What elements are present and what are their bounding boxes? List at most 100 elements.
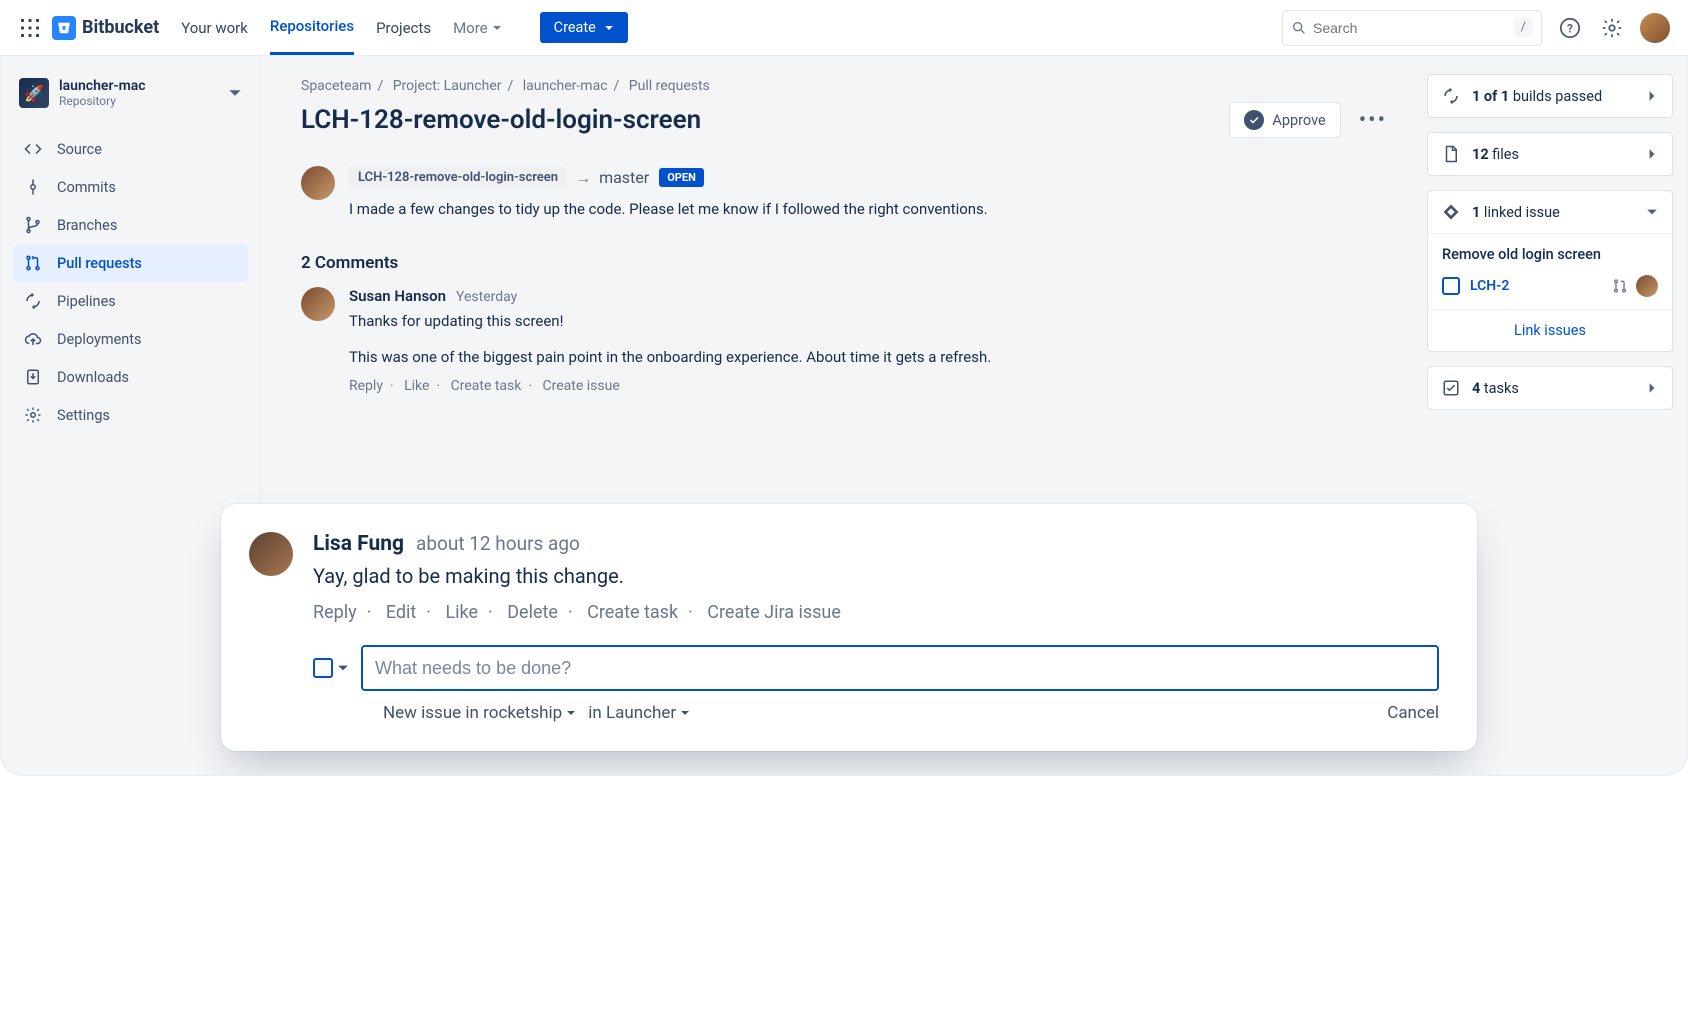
search-input[interactable] (1313, 20, 1514, 36)
product-name[interactable]: Bitbucket (82, 17, 159, 38)
checkbox-icon (1442, 379, 1460, 397)
sidebar-item-branches[interactable]: Branches (13, 206, 248, 244)
source-branch-chip[interactable]: LCH-128-remove-old-login-screen (349, 166, 567, 189)
app-switcher-icon[interactable] (18, 16, 42, 40)
sidebar-item-commits[interactable]: Commits (13, 168, 248, 206)
tasks-card[interactable]: 4 tasks (1427, 366, 1673, 410)
pr-description: I made a few changes to tidy up the code… (349, 199, 988, 221)
profile-avatar[interactable] (1640, 13, 1670, 43)
cloud-upload-icon (23, 329, 43, 349)
sidebar-item-pull-requests[interactable]: Pull requests (13, 244, 248, 282)
bitbucket-logo-icon (52, 16, 76, 40)
comment-delete[interactable]: Delete (507, 602, 558, 623)
pr-author-avatar[interactable] (301, 166, 335, 200)
issue-type-icon (313, 658, 333, 678)
link-issues-button[interactable]: Link issues (1428, 309, 1672, 351)
comment-author-avatar[interactable] (301, 287, 335, 321)
chevron-down-icon (1646, 206, 1658, 218)
builds-card[interactable]: 1 of 1 builds passed (1427, 74, 1673, 118)
pipelines-icon (23, 291, 43, 311)
target-branch[interactable]: master (599, 168, 649, 187)
code-icon (23, 139, 43, 159)
linked-issue-title[interactable]: Remove old login screen (1442, 246, 1658, 263)
settings-icon[interactable] (1598, 14, 1626, 42)
check-circle-icon (1244, 110, 1264, 130)
comment-time: Yesterday (456, 289, 517, 305)
comment-body: Thanks for updating this screen! This wa… (349, 311, 991, 369)
sidebar-item-source[interactable]: Source (13, 130, 248, 168)
active-comment-card: Lisa Fung about 12 hours ago Yay, glad t… (221, 504, 1477, 751)
help-icon[interactable]: ? (1556, 14, 1584, 42)
repo-name: launcher-mac (59, 78, 146, 94)
sidebar-item-pipelines[interactable]: Pipelines (13, 282, 248, 320)
nav-more[interactable]: More (453, 2, 502, 54)
pull-request-icon (1612, 278, 1628, 294)
issue-key[interactable]: LCH-2 (1470, 278, 1509, 294)
crumb[interactable]: Pull requests (629, 78, 710, 94)
repo-icon: 🚀 (19, 78, 49, 108)
repo-kind: Repository (59, 94, 146, 108)
download-icon (23, 367, 43, 387)
chevron-down-icon (604, 23, 614, 33)
comment-author-avatar[interactable] (249, 532, 293, 576)
chevron-down-icon (228, 86, 242, 100)
app-frame: 🚀 launcher-mac Repository Source Commits… (0, 56, 1688, 776)
files-card[interactable]: 12 files (1427, 132, 1673, 176)
chevron-down-icon (566, 708, 576, 718)
comment-body: Yay, glad to be making this change. (313, 564, 1439, 588)
comment-time: about 12 hours ago (416, 532, 580, 555)
comment-create-task[interactable]: Create task (451, 378, 522, 394)
issue-type-icon (1442, 277, 1460, 295)
sidebar-item-deployments[interactable]: Deployments (13, 320, 248, 358)
issue-type-selector[interactable] (313, 658, 349, 678)
comment-edit[interactable]: Edit (386, 602, 416, 623)
sidebar-item-downloads[interactable]: Downloads (13, 358, 248, 396)
comment: Susan Hanson Yesterday Thanks for updati… (301, 287, 1021, 395)
comment-reply[interactable]: Reply (313, 602, 357, 623)
approve-button[interactable]: Approve (1229, 102, 1340, 138)
gear-icon (23, 405, 43, 425)
linked-issue-card: 1 linked issue Remove old login screen L… (1427, 190, 1673, 352)
crumb[interactable]: launcher-mac (523, 78, 608, 94)
chevron-right-icon (1646, 148, 1658, 160)
more-actions-icon[interactable]: ••• (1359, 108, 1387, 133)
breadcrumb: Spaceteam/ Project: Launcher/ launcher-m… (301, 78, 1387, 94)
linked-issue-header[interactable]: 1 linked issue (1428, 191, 1672, 233)
crumb[interactable]: Spaceteam (301, 78, 371, 94)
pr-title: LCH-128-remove-old-login-screen (301, 105, 701, 135)
comment-author[interactable]: Susan Hanson (349, 287, 446, 305)
chevron-right-icon (1646, 382, 1658, 394)
search-shortcut: / (1514, 18, 1533, 37)
pr-status-badge: OPEN (659, 168, 704, 187)
comment-actions: Reply· Edit· Like· Delete· Create task· … (313, 602, 1439, 623)
nav-repositories[interactable]: Repositories (270, 0, 354, 55)
comment-author[interactable]: Lisa Fung (313, 532, 404, 556)
arrow-right-icon: → (575, 168, 591, 188)
create-button[interactable]: Create (540, 12, 628, 43)
cancel-button[interactable]: Cancel (1387, 703, 1439, 723)
jira-icon (1442, 203, 1460, 221)
repo-selector[interactable]: 🚀 launcher-mac Repository (13, 74, 248, 112)
pull-request-icon (23, 253, 43, 273)
issue-container-selector[interactable]: in Launcher (588, 703, 690, 723)
sidebar-item-settings[interactable]: Settings (13, 396, 248, 434)
crumb[interactable]: Project: Launcher (393, 78, 502, 94)
comment-like[interactable]: Like (445, 602, 478, 623)
comment-create-jira-issue[interactable]: Create Jira issue (707, 602, 841, 623)
comment-like[interactable]: Like (404, 378, 429, 394)
issue-summary-input[interactable] (361, 645, 1439, 691)
comment-create-task[interactable]: Create task (587, 602, 678, 623)
comment-actions: Reply· Like· Create task· Create issue (349, 378, 991, 394)
nav-your-work[interactable]: Your work (181, 2, 248, 54)
issue-project-selector[interactable]: New issue in rocketship (383, 703, 576, 723)
search-box[interactable]: / (1282, 10, 1542, 46)
chevron-right-icon (1646, 90, 1658, 102)
assignee-avatar[interactable] (1636, 275, 1658, 297)
nav-links: Your work Repositories Projects More Cre… (181, 0, 628, 55)
nav-projects[interactable]: Projects (376, 2, 431, 54)
comment-reply[interactable]: Reply (349, 378, 383, 394)
chevron-down-icon (680, 708, 690, 718)
comment-create-issue[interactable]: Create issue (543, 378, 620, 394)
search-icon (1291, 20, 1307, 36)
file-icon (1442, 145, 1460, 163)
